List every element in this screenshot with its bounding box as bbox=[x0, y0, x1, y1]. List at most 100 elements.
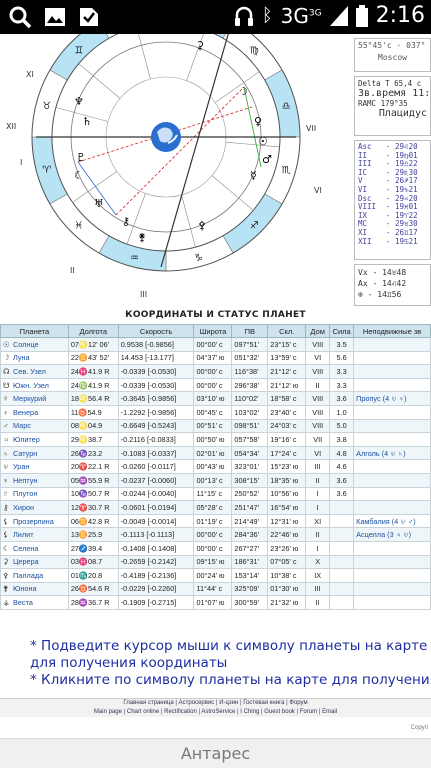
planet-glyph-uranus[interactable]: ♅ bbox=[94, 197, 104, 210]
cell-star[interactable]: Алголь (4 ♅ ♄) bbox=[353, 445, 431, 461]
cell-star[interactable]: Асцелла (3 ♃ ♅) bbox=[353, 527, 431, 542]
cell-pv: 057°58' bbox=[231, 432, 269, 447]
footer-link[interactable]: Форум bbox=[289, 700, 307, 706]
planet-glyph-neptune[interactable]: ♆ bbox=[74, 95, 84, 108]
cell-star[interactable] bbox=[353, 337, 431, 352]
cell-pv: 097°51' bbox=[231, 337, 269, 352]
extra-points-list: Vx - 14♉48 Ax - 14♌42 ⊕ - 14♊56 bbox=[354, 264, 431, 306]
cell-lat: 00°50' ю bbox=[193, 432, 233, 447]
cell-house: IX bbox=[305, 568, 331, 583]
planet-name-cell[interactable]: ⚳ Церера bbox=[0, 554, 69, 570]
planet-name-cell[interactable]: ☿ Меркурий bbox=[0, 391, 69, 406]
cell-star[interactable] bbox=[353, 377, 431, 393]
planet-name: Церера bbox=[13, 557, 39, 567]
image-icon bbox=[45, 8, 65, 26]
column-header: Сила bbox=[329, 324, 355, 338]
table-body: ☉ Солнце 07♌12' 06' 0.9538 [-0.9856] 00°00' … bbox=[0, 337, 431, 610]
planet-glyph-juno[interactable]: ⚵ bbox=[138, 231, 146, 244]
cell-star[interactable] bbox=[353, 554, 431, 570]
planet-name-cell[interactable]: ♆ Нептун bbox=[0, 472, 69, 488]
footer-link[interactable]: AstroService bbox=[201, 709, 235, 715]
cell-star[interactable] bbox=[353, 540, 431, 556]
footer-link[interactable]: I Ching bbox=[240, 709, 259, 715]
planet-glyph-saturn[interactable]: ♄ bbox=[82, 115, 92, 128]
cell-lon: 06♊42.8 R bbox=[67, 513, 119, 529]
cell-power: 3.6 bbox=[329, 472, 355, 488]
footer-link[interactable]: Main page bbox=[94, 709, 122, 715]
cell-star[interactable] bbox=[353, 404, 431, 420]
planet-name-cell[interactable]: ♅ Уран bbox=[0, 459, 69, 474]
cell-star[interactable]: Пропус (4 ♅ ♀) bbox=[353, 391, 431, 406]
cell-star[interactable] bbox=[353, 364, 431, 379]
planet-name-cell[interactable]: ⚸ Лилит bbox=[0, 527, 69, 542]
footer-link[interactable]: Chart online bbox=[127, 709, 159, 715]
planet-name-cell[interactable]: ⚶ Веста bbox=[0, 595, 69, 610]
cell-star[interactable] bbox=[353, 581, 431, 597]
footer-link[interactable]: Forum bbox=[300, 709, 317, 715]
table-row: ☽ Луна 22♊43' 52' 14.453 [-13.177] 04°37' ю0… bbox=[0, 350, 431, 366]
footer-link[interactable]: Guest book bbox=[264, 709, 295, 715]
footer-link[interactable]: Email bbox=[322, 709, 337, 715]
footer-link[interactable]: Rectification bbox=[164, 709, 197, 715]
cell-star[interactable] bbox=[353, 350, 431, 366]
planet-glyph-mercury[interactable]: ☿ bbox=[250, 169, 257, 182]
planet-name-cell[interactable]: ⚸ Прозерпина bbox=[0, 513, 69, 529]
planet-glyph-sun[interactable]: ☉ bbox=[258, 135, 268, 148]
planet-name-cell[interactable]: ☾ Селена bbox=[0, 540, 69, 556]
planet-name: Венера bbox=[13, 407, 39, 417]
hint-line-1: * Подведите курсор мыши к символу планет… bbox=[30, 638, 428, 654]
planet-glyph-selena[interactable]: ☾ bbox=[74, 169, 84, 182]
planet-name: Юнона bbox=[13, 584, 37, 594]
footer-link[interactable]: Главная страница bbox=[123, 700, 173, 706]
planet-name-cell[interactable]: ☋ Южн. Узел bbox=[0, 377, 69, 393]
cell-power: 3.6 bbox=[329, 391, 355, 406]
cell-speed: -0.1083 [-0.0337] bbox=[117, 445, 195, 461]
cell-star[interactable] bbox=[353, 486, 431, 502]
planet-glyph-moon[interactable]: ☽ bbox=[238, 85, 248, 98]
column-header: Неподвижные зв bbox=[353, 324, 431, 338]
footer-link[interactable]: Гостевая книга bbox=[243, 700, 284, 706]
planet-name-cell[interactable]: ☽ Луна bbox=[0, 350, 69, 366]
cell-lon: 28♒36.7 R bbox=[67, 595, 119, 610]
cell-house: VIII bbox=[305, 404, 331, 420]
cell-pv: 103°02' bbox=[231, 404, 269, 420]
cell-power bbox=[329, 595, 355, 610]
cell-power bbox=[329, 527, 355, 542]
cell-star[interactable] bbox=[353, 472, 431, 488]
cell-star[interactable] bbox=[353, 418, 431, 434]
planet-glyph-ceres[interactable]: ⚳ bbox=[196, 39, 204, 52]
planet-name-cell[interactable]: ⚵ Юнона bbox=[0, 581, 69, 597]
table-row: ⚶ Веста 28♒36.7 R -0.1909 [-0.2715] 01°07' ю… bbox=[0, 595, 431, 610]
svg-text:XI: XI bbox=[26, 70, 34, 79]
cell-star[interactable] bbox=[353, 595, 431, 610]
bluetooth-icon: ᛒ bbox=[261, 5, 273, 26]
cell-house: II bbox=[305, 595, 331, 610]
planet-glyph-pluto[interactable]: ♇ bbox=[76, 151, 86, 164]
table-row: ♃ Юпитер 29♌38.7 -0.2116 [-0.0833] 00°50' ю0… bbox=[0, 432, 431, 447]
cell-lon: 08♌04.9 bbox=[67, 418, 119, 434]
planet-name-cell[interactable]: ☉ Солнце bbox=[0, 337, 69, 352]
cell-star[interactable] bbox=[353, 568, 431, 583]
planet-glyph-mars[interactable]: ♂ bbox=[262, 153, 272, 166]
footer-link[interactable]: И-цзин bbox=[219, 700, 238, 706]
footer-link[interactable]: Астросервис bbox=[179, 700, 215, 706]
cell-star[interactable] bbox=[353, 432, 431, 447]
planet-glyph-chiron[interactable]: ⚷ bbox=[122, 215, 130, 228]
planet-name-cell[interactable]: ⚴ Паллада bbox=[0, 568, 69, 583]
cell-speed: -0.4189 [-0.2136] bbox=[117, 568, 195, 583]
planet-name-cell[interactable]: ♀ Венера bbox=[0, 404, 69, 420]
planet-name-cell[interactable]: ♃ Юпитер bbox=[0, 432, 69, 447]
planet-name: Селена bbox=[13, 543, 39, 553]
planet-glyph-pallas[interactable]: ⚴ bbox=[198, 219, 206, 232]
cell-star[interactable] bbox=[353, 500, 431, 515]
planet-name-cell[interactable]: ☊ Сев. Узел bbox=[0, 364, 69, 379]
planet-name-cell[interactable]: ♂ Марс bbox=[0, 418, 69, 434]
cell-star[interactable] bbox=[353, 459, 431, 474]
cell-decl: 23°15' c bbox=[267, 337, 307, 352]
table-row: ♅ Уран 20♈22.1 R -0.0260 [-0.0117] 00°43' ю3… bbox=[0, 459, 431, 474]
cell-star[interactable]: Камбалия (4 ♅ ♂) bbox=[353, 513, 431, 529]
planet-glyph-venus[interactable]: ♀ bbox=[254, 115, 262, 128]
planet-name-cell[interactable]: ♄ Сатурн bbox=[0, 445, 69, 461]
planet-name-cell[interactable]: ♇ Плутон bbox=[0, 486, 69, 502]
planet-name-cell[interactable]: ⚷ Хирон bbox=[0, 500, 69, 515]
